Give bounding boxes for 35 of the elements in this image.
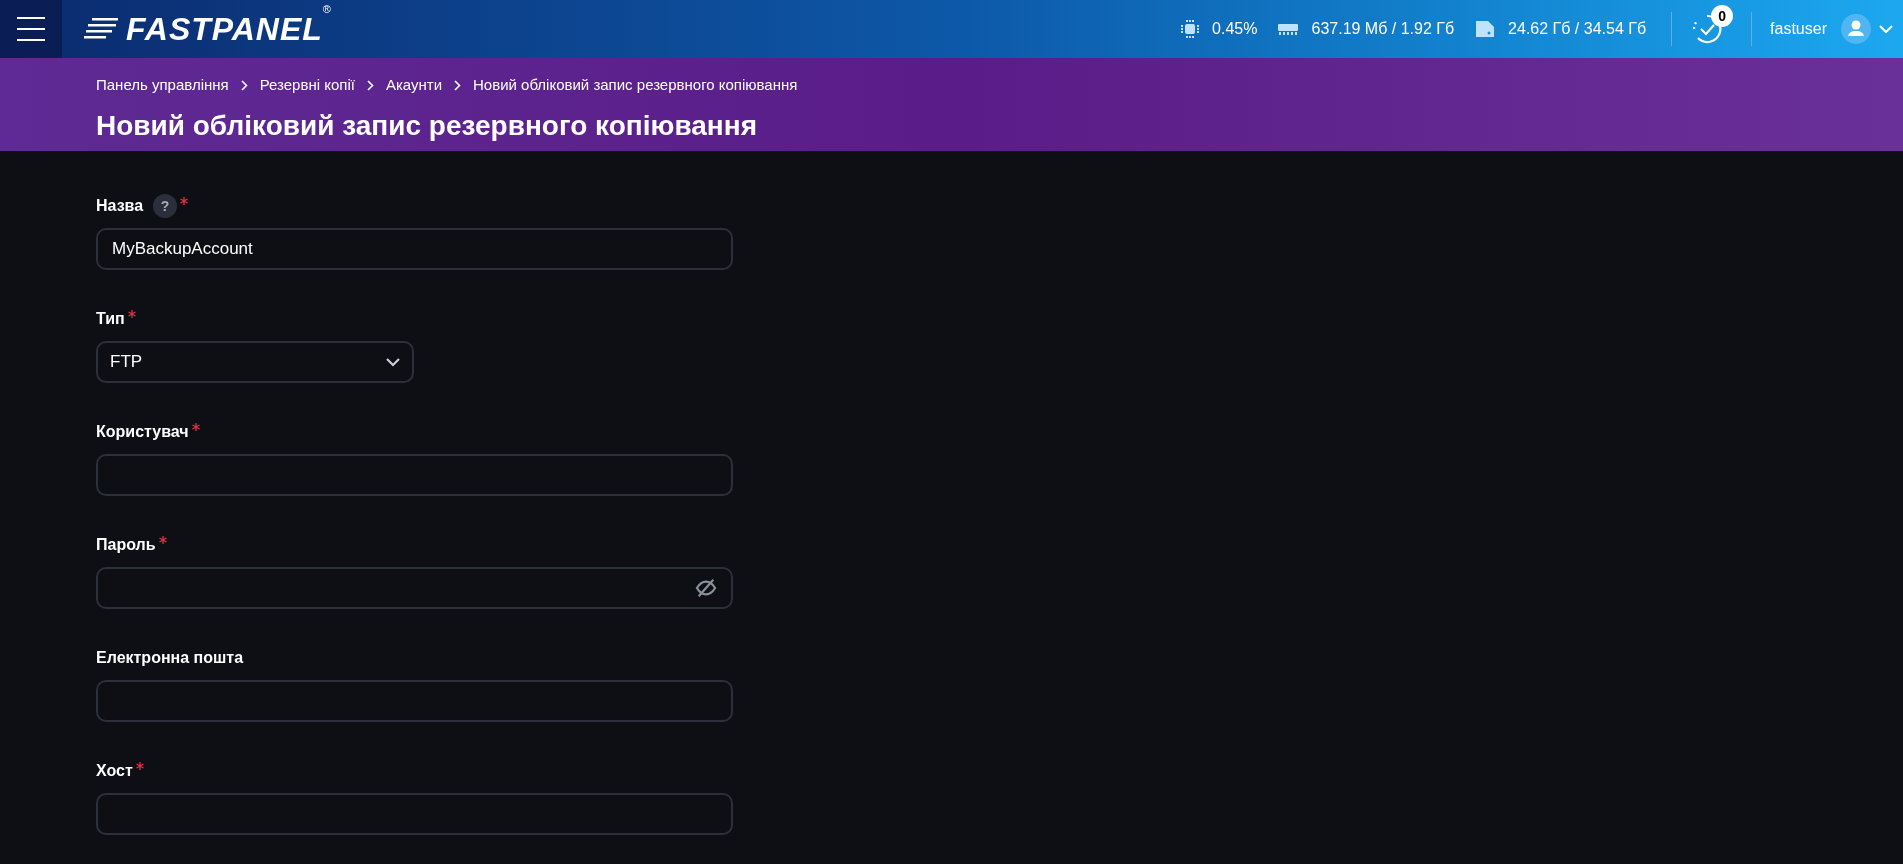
logo-text: FASTPANEL [126,10,323,49]
field-label: Хост [96,761,133,781]
chevron-down-icon[interactable] [1879,24,1893,34]
memory-icon [1277,21,1300,37]
text-field[interactable] [96,454,733,496]
user-avatar-icon[interactable] [1841,14,1871,44]
text-field[interactable]: MyBackupAccount [96,228,733,270]
field-label: Користувач [96,422,189,442]
field-label: Пароль [96,535,156,555]
usage-value: 24.62 Гб / 34.54 Гб [1508,19,1647,39]
trademark-sign: ® [322,2,331,17]
field-label: Тип [96,309,125,329]
field-label: Електронна пошта [96,648,244,668]
breadcrumb-link[interactable]: Панель управління [96,74,229,97]
chevron-right-icon [366,79,374,91]
chip-icon [1180,19,1201,39]
chevron-right-icon [454,79,461,91]
field-label: Назва [96,196,144,216]
eye-slash-icon[interactable] [695,578,717,598]
usage-value: 637.19 Мб / 1.92 Гб [1311,19,1455,39]
chevron-down-icon [386,357,400,367]
text-field[interactable] [96,680,733,722]
help-icon[interactable]: ? [153,194,178,218]
breadcrumb-link[interactable]: Резервні копії [259,74,355,97]
breadcrumb-link[interactable]: Акаунти [385,74,442,97]
password-field[interactable] [96,567,733,609]
menu-button[interactable] [0,0,62,58]
page-title: Новий обліковий запис резервного копіювання [96,108,758,143]
usage-value: 0.45% [1212,19,1258,39]
task-count-badge: 0 [1711,5,1734,27]
type-dropdown[interactable]: FTP [96,341,414,383]
chevron-right-icon [240,79,248,91]
logo-icon [84,16,120,42]
tasks-check-icon[interactable] [1691,13,1724,45]
text-field[interactable] [96,793,733,835]
